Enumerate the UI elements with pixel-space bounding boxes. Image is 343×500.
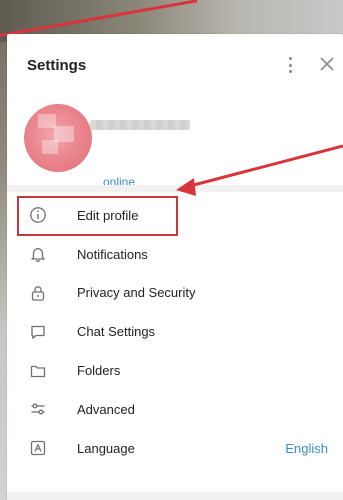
annotation-arrow (176, 144, 343, 196)
